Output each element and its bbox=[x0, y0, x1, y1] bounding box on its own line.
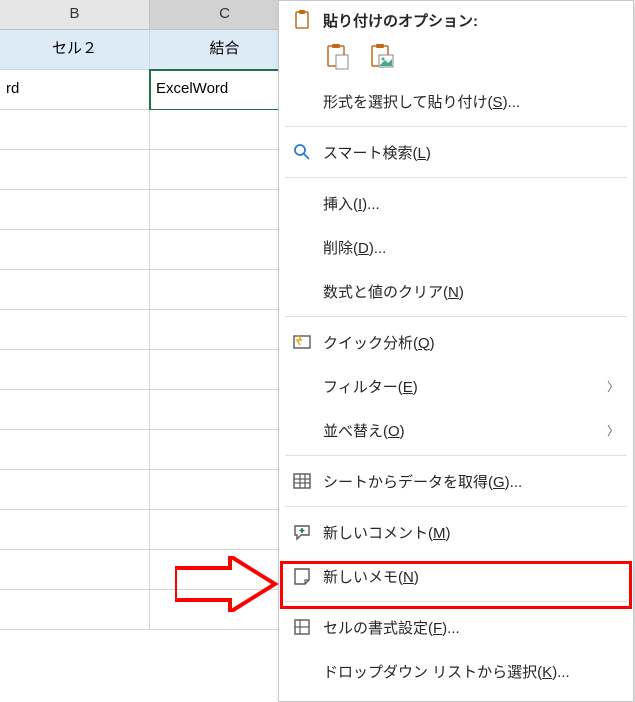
spreadsheet-grid: B C セル２ 結合 rd ExcelWord bbox=[0, 0, 280, 630]
empty-cell[interactable] bbox=[0, 270, 150, 310]
quick-analysis-label: クイック分析(Q) bbox=[315, 332, 619, 353]
quick-analysis-icon bbox=[289, 332, 315, 352]
delete-label: 削除(D)... bbox=[315, 237, 619, 258]
new-note-item[interactable]: 新しいメモ(N) bbox=[279, 554, 633, 598]
separator bbox=[285, 455, 627, 456]
sort-item[interactable]: 並べ替え(O) 〉 bbox=[279, 408, 633, 452]
separator bbox=[285, 601, 627, 602]
clipboard-icon bbox=[289, 10, 315, 30]
smart-lookup-item[interactable]: スマート検索(L) bbox=[279, 130, 633, 174]
cell-b2[interactable]: rd bbox=[0, 70, 150, 110]
paste-special-label: 形式を選択して貼り付け(S)... bbox=[315, 91, 619, 112]
paste-button[interactable] bbox=[323, 40, 353, 74]
empty-cell[interactable] bbox=[0, 350, 150, 390]
filter-item[interactable]: フィルター(E) 〉 bbox=[279, 364, 633, 408]
dropdown-list-item[interactable]: ドロップダウン リストから選択(K)... bbox=[279, 649, 633, 693]
empty-cell[interactable] bbox=[0, 430, 150, 470]
format-cells-label: セルの書式設定(F)... bbox=[315, 617, 619, 638]
separator bbox=[285, 316, 627, 317]
new-note-label: 新しいメモ(N) bbox=[315, 566, 619, 587]
empty-cell[interactable] bbox=[0, 470, 150, 510]
sort-label: 並べ替え(O) bbox=[315, 420, 607, 441]
empty-cell[interactable] bbox=[0, 550, 150, 590]
comment-icon bbox=[289, 522, 315, 542]
get-data-item[interactable]: シートからデータを取得(G)... bbox=[279, 459, 633, 503]
format-cells-item[interactable]: セルの書式設定(F)... bbox=[279, 605, 633, 649]
paste-options-header: 貼り付けのオプション: bbox=[279, 5, 633, 35]
clear-label: 数式と値のクリア(N) bbox=[315, 281, 619, 302]
empty-cell[interactable] bbox=[0, 110, 150, 150]
quick-analysis-item[interactable]: クイック分析(Q) bbox=[279, 320, 633, 364]
empty-cell[interactable] bbox=[0, 590, 150, 630]
chevron-right-icon: 〉 bbox=[607, 378, 619, 395]
clear-item[interactable]: 数式と値のクリア(N) bbox=[279, 269, 633, 313]
empty-cell[interactable] bbox=[0, 190, 150, 230]
note-icon bbox=[289, 566, 315, 586]
paste-picture-button[interactable] bbox=[367, 40, 397, 74]
separator bbox=[285, 177, 627, 178]
new-comment-label: 新しいコメント(M) bbox=[315, 522, 619, 543]
new-comment-item[interactable]: 新しいコメント(M) bbox=[279, 510, 633, 554]
search-icon bbox=[289, 142, 315, 162]
paste-options-row bbox=[279, 35, 633, 79]
empty-cell[interactable] bbox=[0, 310, 150, 350]
cell-b1[interactable]: セル２ bbox=[0, 30, 150, 70]
empty-cell[interactable] bbox=[0, 150, 150, 190]
filter-label: フィルター(E) bbox=[315, 376, 607, 397]
empty-cell[interactable] bbox=[0, 390, 150, 430]
paste-special-item[interactable]: 形式を選択して貼り付け(S)... bbox=[279, 79, 633, 123]
column-headers: B C bbox=[0, 0, 280, 30]
empty-cell[interactable] bbox=[0, 510, 150, 550]
get-data-label: シートからデータを取得(G)... bbox=[315, 471, 619, 492]
smart-lookup-label: スマート検索(L) bbox=[315, 142, 619, 163]
insert-item[interactable]: 挿入(I)... bbox=[279, 181, 633, 225]
insert-label: 挿入(I)... bbox=[315, 193, 619, 214]
col-header-b[interactable]: B bbox=[0, 0, 150, 29]
delete-item[interactable]: 削除(D)... bbox=[279, 225, 633, 269]
separator bbox=[285, 126, 627, 127]
data-row: rd ExcelWord bbox=[0, 70, 280, 110]
header-row: セル２ 結合 bbox=[0, 30, 280, 70]
dropdown-list-label: ドロップダウン リストから選択(K)... bbox=[315, 661, 619, 682]
table-icon bbox=[289, 471, 315, 491]
format-cells-icon bbox=[289, 617, 315, 637]
chevron-right-icon: 〉 bbox=[607, 422, 619, 439]
context-menu: 貼り付けのオプション: 形式を選択して貼り付け(S)... スマート検索(L) … bbox=[278, 0, 634, 702]
empty-cell[interactable] bbox=[0, 230, 150, 270]
paste-options-label: 貼り付けのオプション: bbox=[315, 10, 619, 31]
separator bbox=[285, 506, 627, 507]
